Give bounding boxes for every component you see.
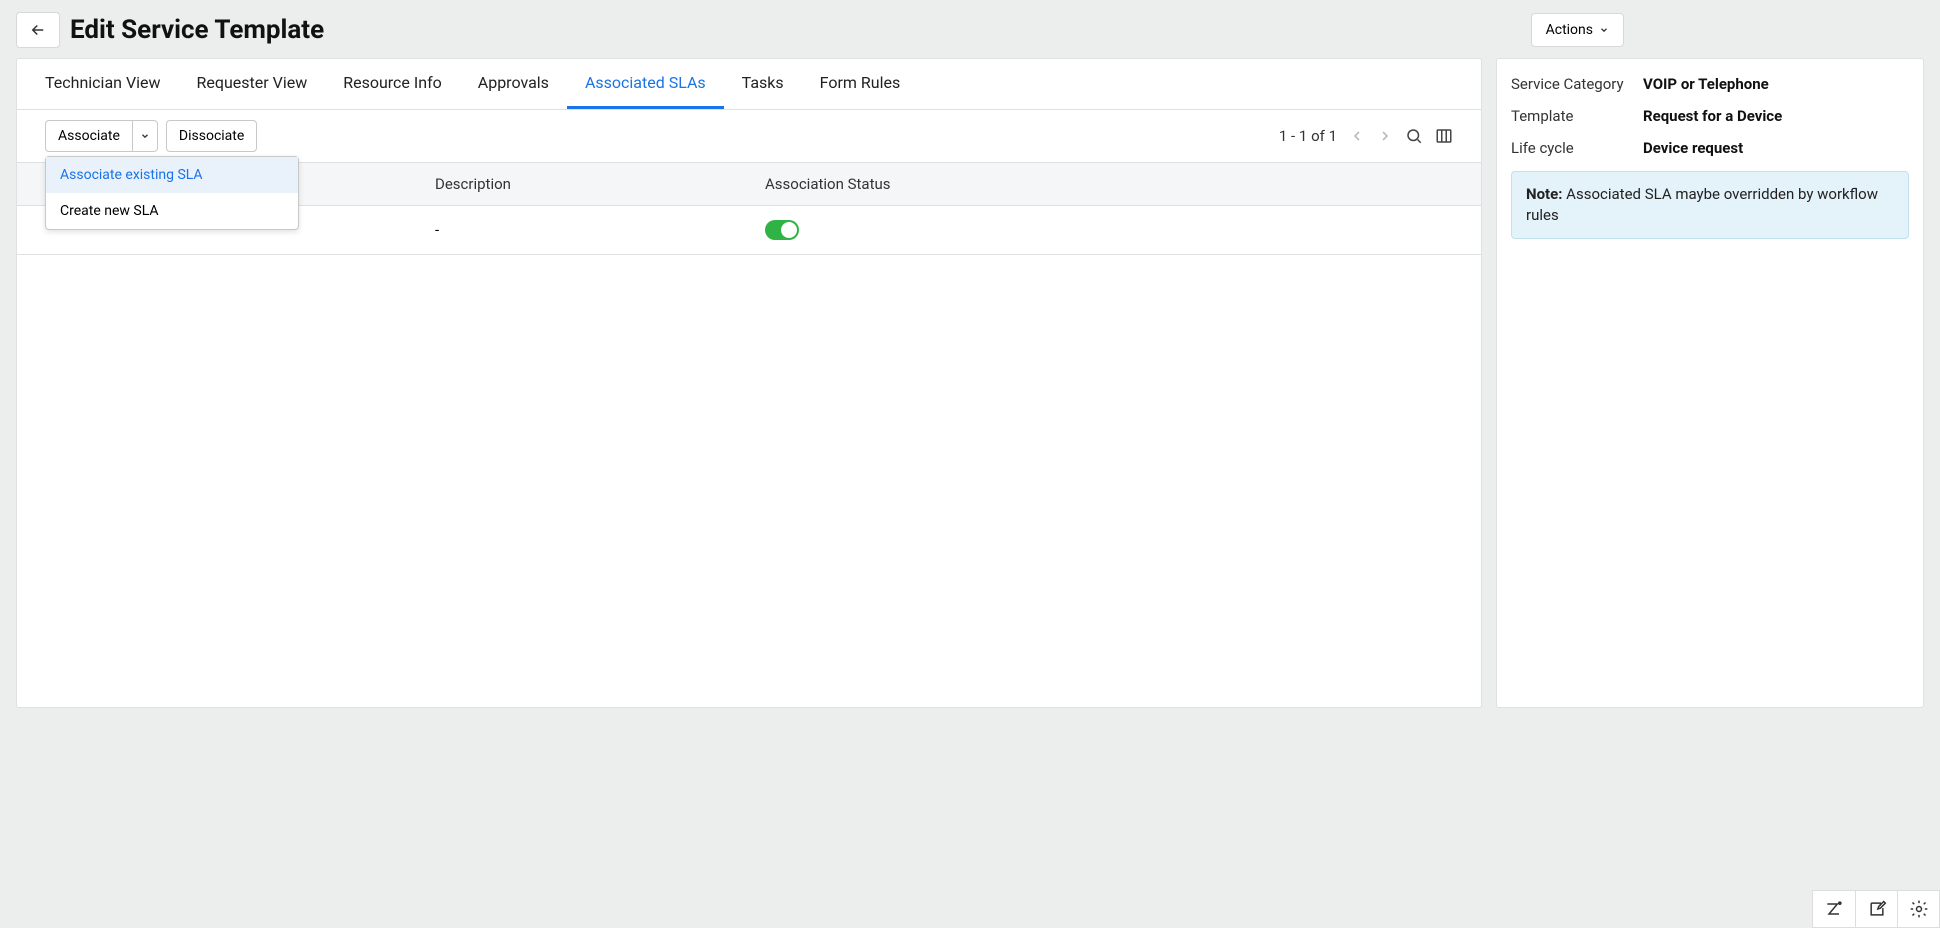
info-label: Life cycle [1511,139,1643,157]
toggle-knob [781,222,797,238]
info-row-service-category: Service Category VOIP or Telephone [1511,75,1909,93]
tab-tasks[interactable]: Tasks [724,59,802,109]
column-status: Association Status [765,175,1453,193]
arrow-left-icon [29,21,47,39]
dropdown-associate-existing-sla[interactable]: Associate existing SLA [46,157,298,193]
columns-button[interactable] [1435,127,1453,145]
tabs-row: Technician View Requester View Resource … [17,59,1481,110]
compose-button[interactable] [1855,891,1897,927]
info-label: Service Category [1511,75,1643,93]
actions-label: Actions [1546,22,1593,38]
main-panel: Technician View Requester View Resource … [16,58,1482,708]
toolbar-row: Associate Dissociate Associate existing … [17,110,1481,162]
columns-icon [1435,127,1453,145]
search-icon [1405,127,1423,145]
tab-associated-slas[interactable]: Associated SLAs [567,59,724,109]
tab-approvals[interactable]: Approvals [460,59,567,109]
note-box: Note: Associated SLA maybe overridden by… [1511,171,1909,239]
compose-icon [1867,899,1887,919]
tab-technician-view[interactable]: Technician View [27,59,179,109]
back-button[interactable] [16,12,60,48]
chevron-left-icon [1349,128,1365,144]
chevron-down-icon [1599,25,1609,35]
prev-page-button[interactable] [1349,128,1365,144]
cell-description: - [435,221,765,239]
gear-icon [1909,899,1929,919]
bottom-toolbar [1812,890,1940,928]
info-row-template: Template Request for a Device [1511,107,1909,125]
actions-button[interactable]: Actions [1531,13,1624,47]
side-panel: Service Category VOIP or Telephone Templ… [1496,58,1924,708]
page-title: Edit Service Template [70,15,324,45]
associate-dropdown-toggle[interactable] [132,120,158,152]
zia-icon [1824,899,1844,919]
search-button[interactable] [1405,127,1423,145]
note-text: Associated SLA maybe overridden by workf… [1526,185,1878,224]
header-row: Edit Service Template Actions [16,12,1924,48]
info-row-lifecycle: Life cycle Device request [1511,139,1909,157]
zia-button[interactable] [1813,891,1855,927]
settings-button[interactable] [1897,891,1939,927]
info-label: Template [1511,107,1643,125]
association-status-toggle[interactable] [765,220,799,240]
dissociate-button[interactable]: Dissociate [166,120,257,152]
note-label: Note: [1526,185,1562,203]
info-value: Device request [1643,139,1743,157]
tab-resource-info[interactable]: Resource Info [325,59,460,109]
chevron-right-icon [1377,128,1393,144]
chevron-down-icon [140,131,150,141]
column-description: Description [435,175,765,193]
info-value: VOIP or Telephone [1643,75,1769,93]
pagination-text: 1 - 1 of 1 [1279,127,1337,145]
tab-form-rules[interactable]: Form Rules [802,59,919,109]
next-page-button[interactable] [1377,128,1393,144]
associate-dropdown-menu: Associate existing SLA Create new SLA [45,156,299,230]
tab-requester-view[interactable]: Requester View [179,59,326,109]
associate-button[interactable]: Associate [45,120,132,152]
info-value: Request for a Device [1643,107,1782,125]
dropdown-create-new-sla[interactable]: Create new SLA [46,193,298,229]
